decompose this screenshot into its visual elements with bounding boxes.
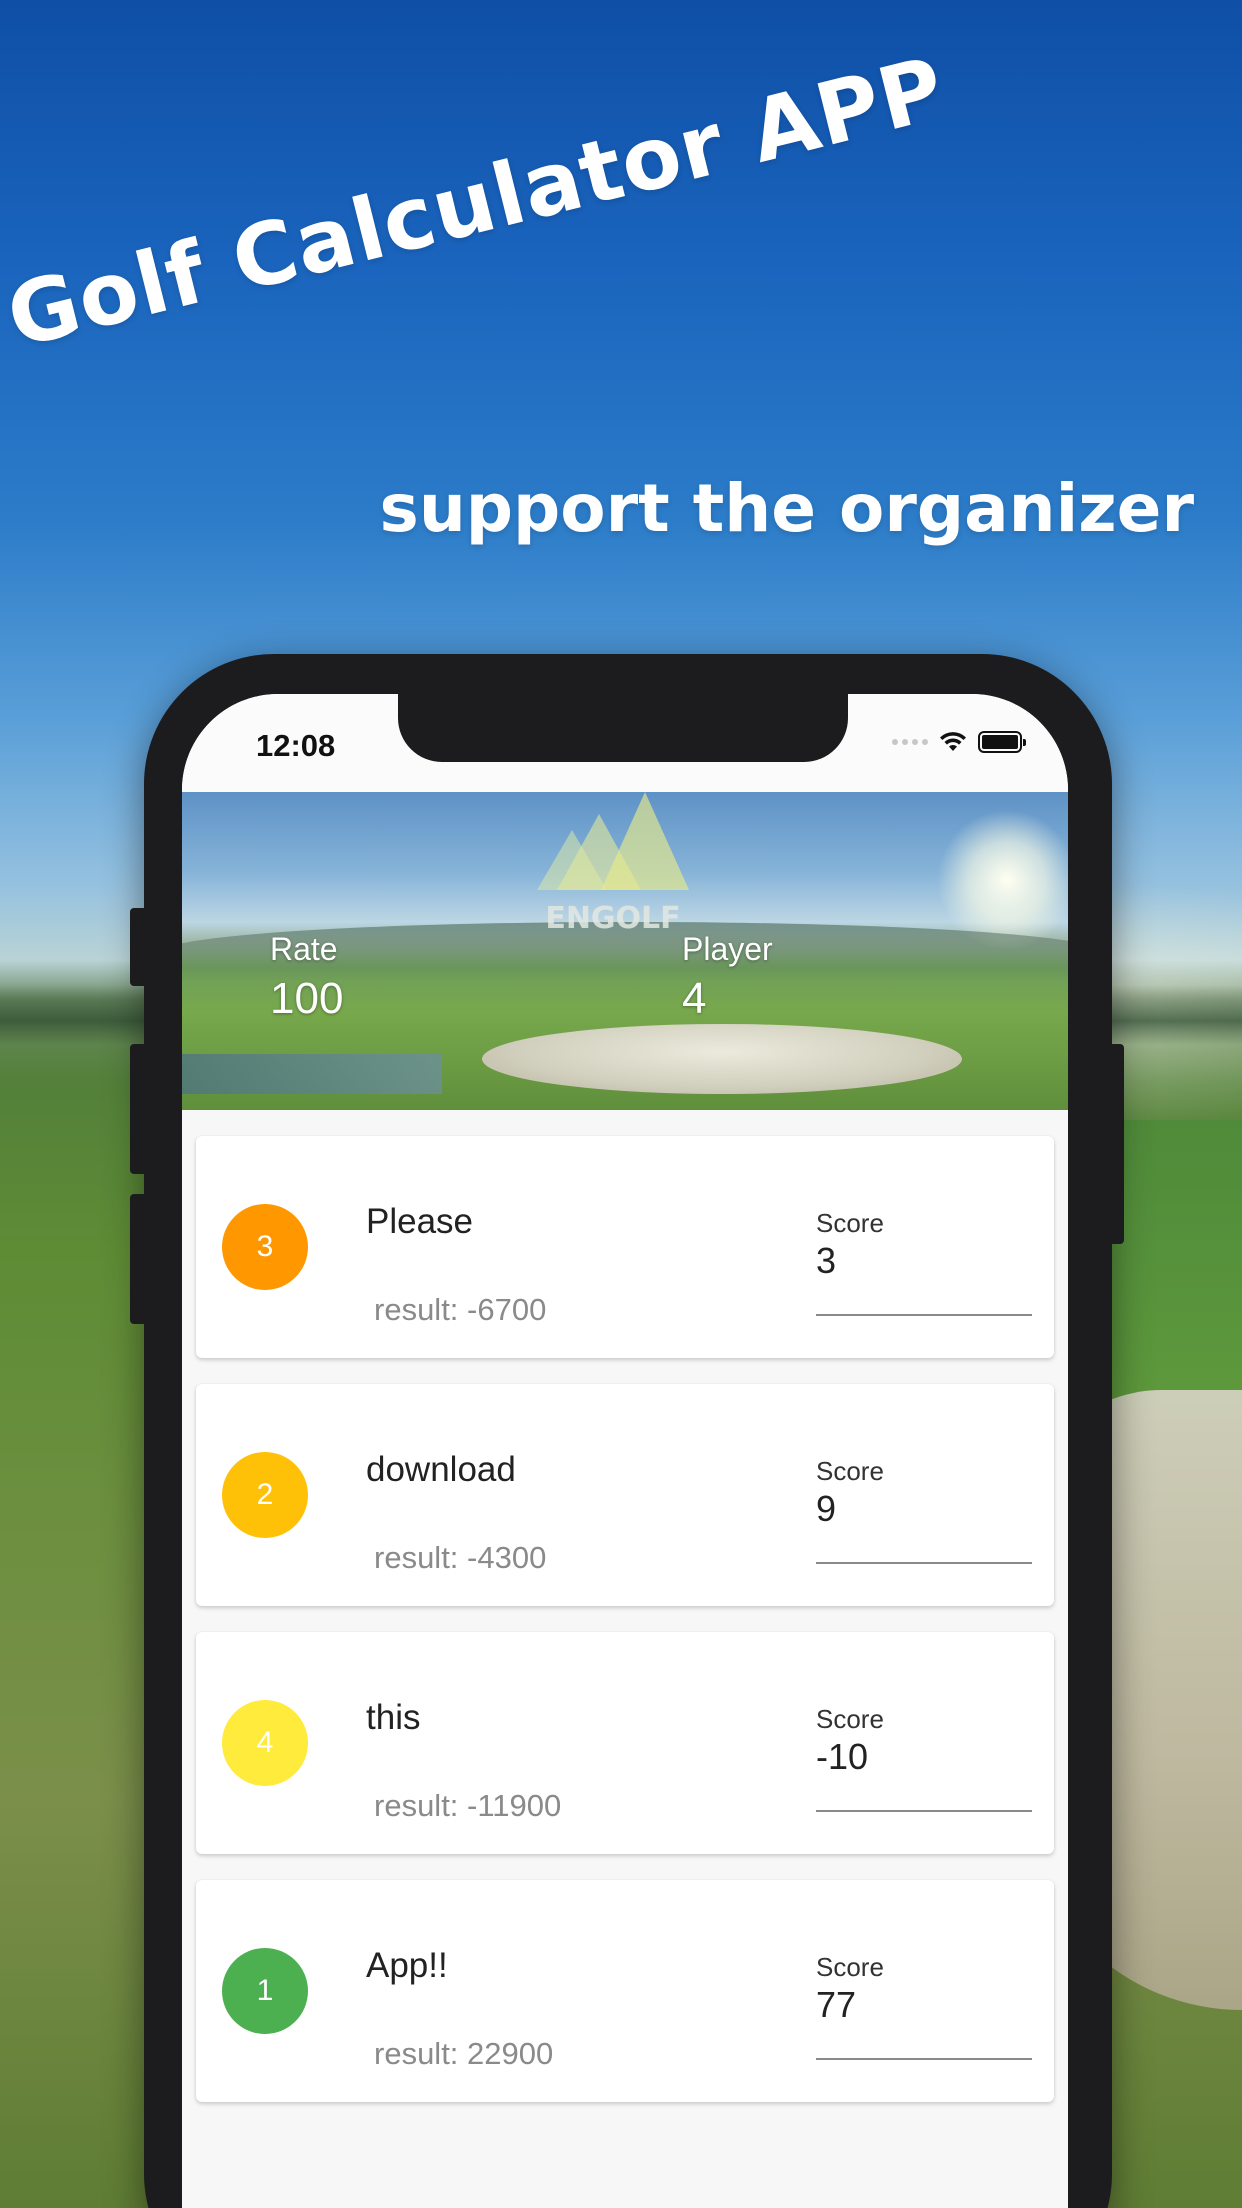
player-result: result: 22900	[374, 2036, 554, 2071]
player-card[interactable]: 2 download result: -4300 Score 9	[196, 1384, 1054, 1606]
banner-bunker	[482, 1024, 962, 1094]
player-card[interactable]: 4 this result: -11900 Score -10	[196, 1632, 1054, 1854]
player-name: Please	[366, 1202, 474, 1241]
player-stat: Player 4	[682, 930, 773, 1026]
logo-text: ENGOLF	[545, 901, 680, 936]
header-banner: ENGOLF Rate 100 Player 4	[182, 792, 1068, 1110]
player-card[interactable]: 3 Please result: -6700 Score 3	[196, 1136, 1054, 1358]
battery-icon	[978, 731, 1026, 753]
mute-switch	[130, 908, 144, 986]
player-name: download	[366, 1450, 516, 1489]
score-input[interactable]: Score 3	[816, 1208, 1032, 1316]
score-value[interactable]: 3	[816, 1238, 1032, 1284]
score-label: Score	[816, 1208, 884, 1238]
rate-label: Rate	[270, 931, 338, 967]
score-value[interactable]: 9	[816, 1486, 1032, 1532]
promo-subline: support the organizer	[379, 470, 1194, 547]
score-label: Score	[816, 1952, 884, 1982]
signal-icon	[892, 739, 928, 745]
volume-down-button	[130, 1194, 144, 1324]
rank-badge: 2	[222, 1452, 308, 1538]
score-label: Score	[816, 1456, 884, 1486]
player-name: this	[366, 1698, 421, 1737]
status-icons	[892, 730, 1026, 754]
player-label: Player	[682, 931, 773, 967]
rate-value: 100	[270, 974, 344, 1023]
banner-pond	[182, 1054, 442, 1094]
phone-frame: 12:08 ENGOLF Rate 100 Player 4 3 Please …	[130, 654, 1124, 2208]
player-list: 3 Please result: -6700 Score 3 2 downloa…	[196, 1136, 1054, 2128]
app-screen: 12:08 ENGOLF Rate 100 Player 4 3 Please …	[182, 694, 1068, 2208]
rank-badge: 4	[222, 1700, 308, 1786]
score-value[interactable]: 77	[816, 1982, 1032, 2028]
promo-headline: Golf Calculator APP	[0, 38, 955, 368]
rate-stat: Rate 100	[270, 930, 343, 1026]
rank-badge: 1	[222, 1948, 308, 2034]
score-input[interactable]: Score -10	[816, 1704, 1032, 1812]
score-input[interactable]: Score 77	[816, 1952, 1032, 2060]
player-value: 4	[682, 974, 707, 1023]
volume-up-button	[130, 1044, 144, 1174]
score-input[interactable]: Score 9	[816, 1456, 1032, 1564]
player-name: App!!	[366, 1946, 448, 1985]
rank-badge: 3	[222, 1204, 308, 1290]
power-button	[1110, 1044, 1124, 1244]
score-label: Score	[816, 1704, 884, 1734]
player-result: result: -4300	[374, 1540, 547, 1575]
promo-screenshot: Golf Calculator APP support the organize…	[0, 0, 1242, 2208]
player-result: result: -6700	[374, 1292, 547, 1327]
player-card[interactable]: 1 App!! result: 22900 Score 77	[196, 1880, 1054, 2102]
score-value[interactable]: -10	[816, 1734, 1032, 1780]
status-time: 12:08	[256, 728, 336, 763]
engolf-logo-icon: ENGOLF	[537, 792, 689, 936]
phone-notch	[398, 694, 848, 762]
wifi-icon	[940, 732, 966, 751]
player-result: result: -11900	[374, 1788, 562, 1823]
